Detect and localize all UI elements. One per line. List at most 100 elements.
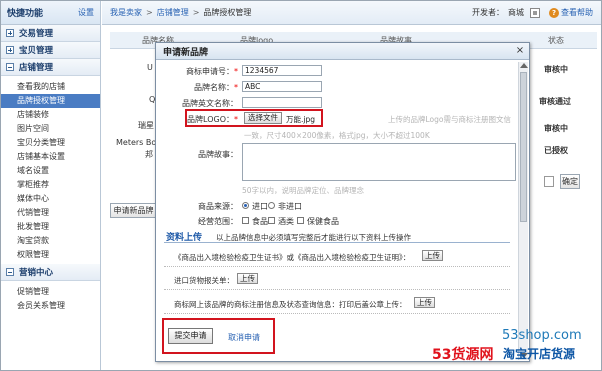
sidebar-item-domain[interactable]: 域名设置 <box>1 164 100 178</box>
apply-no-label-text: 商标申请号： <box>186 67 234 76</box>
watermark-site: 53shop.com <box>502 328 582 343</box>
upload-health-cert-button[interactable]: 上传 <box>422 250 443 261</box>
sidebar-section-label: 店铺管理 <box>19 63 54 73</box>
story-label: 品牌故事： <box>198 150 238 159</box>
status-badge: 审核中 <box>544 124 568 133</box>
breadcrumb-seller[interactable]: 我是卖家 <box>110 7 142 18</box>
breadcrumb-separator: > <box>192 8 200 17</box>
apply-brand-dialog: 申请新品牌 × 商标申请号：* 1234567 品牌名称：* ABC 品牌英文名… <box>155 42 530 362</box>
brand-en-field[interactable] <box>242 97 322 108</box>
scroll-thumb[interactable] <box>520 72 527 222</box>
sidebar-item-recommend[interactable]: 掌柜推荐 <box>1 178 100 192</box>
source-import-radio[interactable] <box>242 202 249 209</box>
sidebar-item-decoration[interactable]: 店铺装修 <box>1 108 100 122</box>
scope-food-label: 食品 <box>252 217 268 226</box>
collapse-icon <box>6 268 14 276</box>
confirm-button[interactable]: 确定 <box>560 174 580 189</box>
developer-label: 开发者： <box>472 8 504 17</box>
sidebar-item-view-store[interactable]: 查看我的店铺 <box>1 80 100 94</box>
home-icon[interactable] <box>530 7 540 18</box>
doc-row-customs: 进口货物报关单： <box>174 276 234 285</box>
breadcrumb-store[interactable]: 店铺管理 <box>157 7 189 18</box>
upload-customs-button[interactable]: 上传 <box>237 273 258 284</box>
brand-en-label: 品牌英文名称： <box>182 99 238 108</box>
sidebar-item-category[interactable]: 宝贝分类管理 <box>1 136 100 150</box>
apply-brand-button[interactable]: 申请新品牌 <box>110 203 157 218</box>
help-link[interactable]: 查看帮助 <box>561 7 593 18</box>
sidebar-item-crm[interactable]: 会员关系管理 <box>1 299 100 313</box>
col-status: 状态 <box>548 36 564 45</box>
story-hint: 50字以内，说明品牌定位、品牌理念 <box>242 186 365 195</box>
sidebar-item-dropship[interactable]: 代销管理 <box>1 206 100 220</box>
required-mark: * <box>234 83 238 92</box>
sidebar-section-marketing[interactable]: 营销中心 <box>1 264 100 281</box>
row-divider <box>164 289 510 290</box>
page-input[interactable] <box>544 176 554 187</box>
sidebar-section-label: 交易管理 <box>19 29 54 39</box>
dialog-scrollbar[interactable] <box>518 62 528 360</box>
sidebar: 快捷功能 设置 交易管理 宝贝管理 店铺管理 查看我的店铺 品牌授权管理 店铺装… <box>1 1 101 370</box>
cancel-link[interactable]: 取消申请 <box>228 332 260 343</box>
dialog-header: 申请新品牌 <box>156 43 529 60</box>
required-mark: * <box>234 115 238 124</box>
brand-name-field[interactable]: ABC <box>242 81 322 92</box>
upload-trademark-button[interactable]: 上传 <box>414 297 435 308</box>
sidebar-item-wholesale[interactable]: 批发管理 <box>1 220 100 234</box>
sidebar-item-permission[interactable]: 权限管理 <box>1 248 100 262</box>
sidebar-section-trade[interactable]: 交易管理 <box>1 25 100 42</box>
apply-no-field[interactable]: 1234567 <box>242 65 322 76</box>
apply-no-label: 商标申请号：* <box>158 66 238 77</box>
story-textarea[interactable] <box>242 143 516 181</box>
dialog-title: 申请新品牌 <box>163 47 209 58</box>
sidebar-item-promotion[interactable]: 促销管理 <box>1 285 100 299</box>
scope-health-label: 保健食品 <box>307 217 339 226</box>
required-mark: * <box>234 67 238 76</box>
source-domestic-radio[interactable] <box>268 202 275 209</box>
choose-file-button[interactable]: 选择文件 <box>244 112 282 124</box>
sidebar-item-basic-settings[interactable]: 店铺基本设置 <box>1 150 100 164</box>
dialog-body: 商标申请号：* 1234567 品牌名称：* ABC 品牌英文名称： 品牌LOG… <box>156 61 518 361</box>
scope-liquor-checkbox[interactable] <box>268 217 275 224</box>
watermark-brand-blue: 淘宝开店货源 <box>503 347 576 361</box>
sidebar-section-store[interactable]: 店铺管理 <box>1 59 100 76</box>
collapse-icon <box>6 63 14 71</box>
sidebar-section-label: 营销中心 <box>19 268 54 278</box>
topbar-right: 开发者： 商城 ? 查看帮助 <box>472 7 601 18</box>
sidebar-item-brand-auth[interactable]: 品牌授权管理 <box>1 94 100 108</box>
section-divider <box>164 242 510 243</box>
submit-button[interactable]: 提交申请 <box>168 328 213 344</box>
sidebar-settings-link[interactable]: 设置 <box>78 7 94 18</box>
sidebar-store-items: 查看我的店铺 品牌授权管理 店铺装修 图片空间 宝贝分类管理 店铺基本设置 域名… <box>1 76 100 264</box>
sidebar-item-media[interactable]: 媒体中心 <box>1 192 100 206</box>
expand-icon <box>6 46 14 54</box>
scope-liquor-label: 酒类 <box>278 217 294 226</box>
sidebar-marketing-items: 促销管理 会员关系管理 <box>1 281 100 315</box>
sidebar-title: 快捷功能 <box>7 9 44 19</box>
source-label: 商品来源： <box>198 202 238 211</box>
logo-filename: 万能.jpg <box>286 115 315 124</box>
status-badge: 审核通过 <box>539 97 571 106</box>
row-divider <box>164 266 510 267</box>
brand-name-label-text: 品牌名称： <box>194 83 234 92</box>
table-cell: U <box>147 63 153 72</box>
top-bar: 我是卖家 > 店铺管理 > 品牌授权管理 开发者： 商城 ? 查看帮助 <box>102 1 601 25</box>
row-divider <box>164 313 510 314</box>
developer-name: 商城 <box>508 8 524 17</box>
logo-size-hint: 一致，尺寸400×200像素，格式jpg，大小不超过100K <box>244 131 430 140</box>
scope-label: 经营范围： <box>198 217 238 226</box>
sidebar-item-image-space[interactable]: 图片空间 <box>1 122 100 136</box>
sidebar-header: 快捷功能 设置 <box>1 1 100 25</box>
sidebar-item-loan[interactable]: 淘宝贷款 <box>1 234 100 248</box>
breadcrumb-separator: > <box>146 8 153 17</box>
source-import-label: 进口 <box>252 202 268 211</box>
doc-row-trademark: 商标网上该品牌的商标注册信息及状态查询信息：打印后盖公章上传： <box>174 300 407 309</box>
close-icon[interactable]: × <box>515 46 525 56</box>
sidebar-section-goods[interactable]: 宝贝管理 <box>1 42 100 59</box>
scroll-up-icon[interactable] <box>520 63 528 68</box>
question-icon[interactable]: ? <box>549 7 559 18</box>
scope-food-checkbox[interactable] <box>242 217 249 224</box>
watermark-brand-red: 53货源网 <box>432 347 494 363</box>
expand-icon <box>6 29 14 37</box>
logo-label-text: 品牌LOGO： <box>187 115 234 124</box>
scope-health-checkbox[interactable] <box>297 217 304 224</box>
